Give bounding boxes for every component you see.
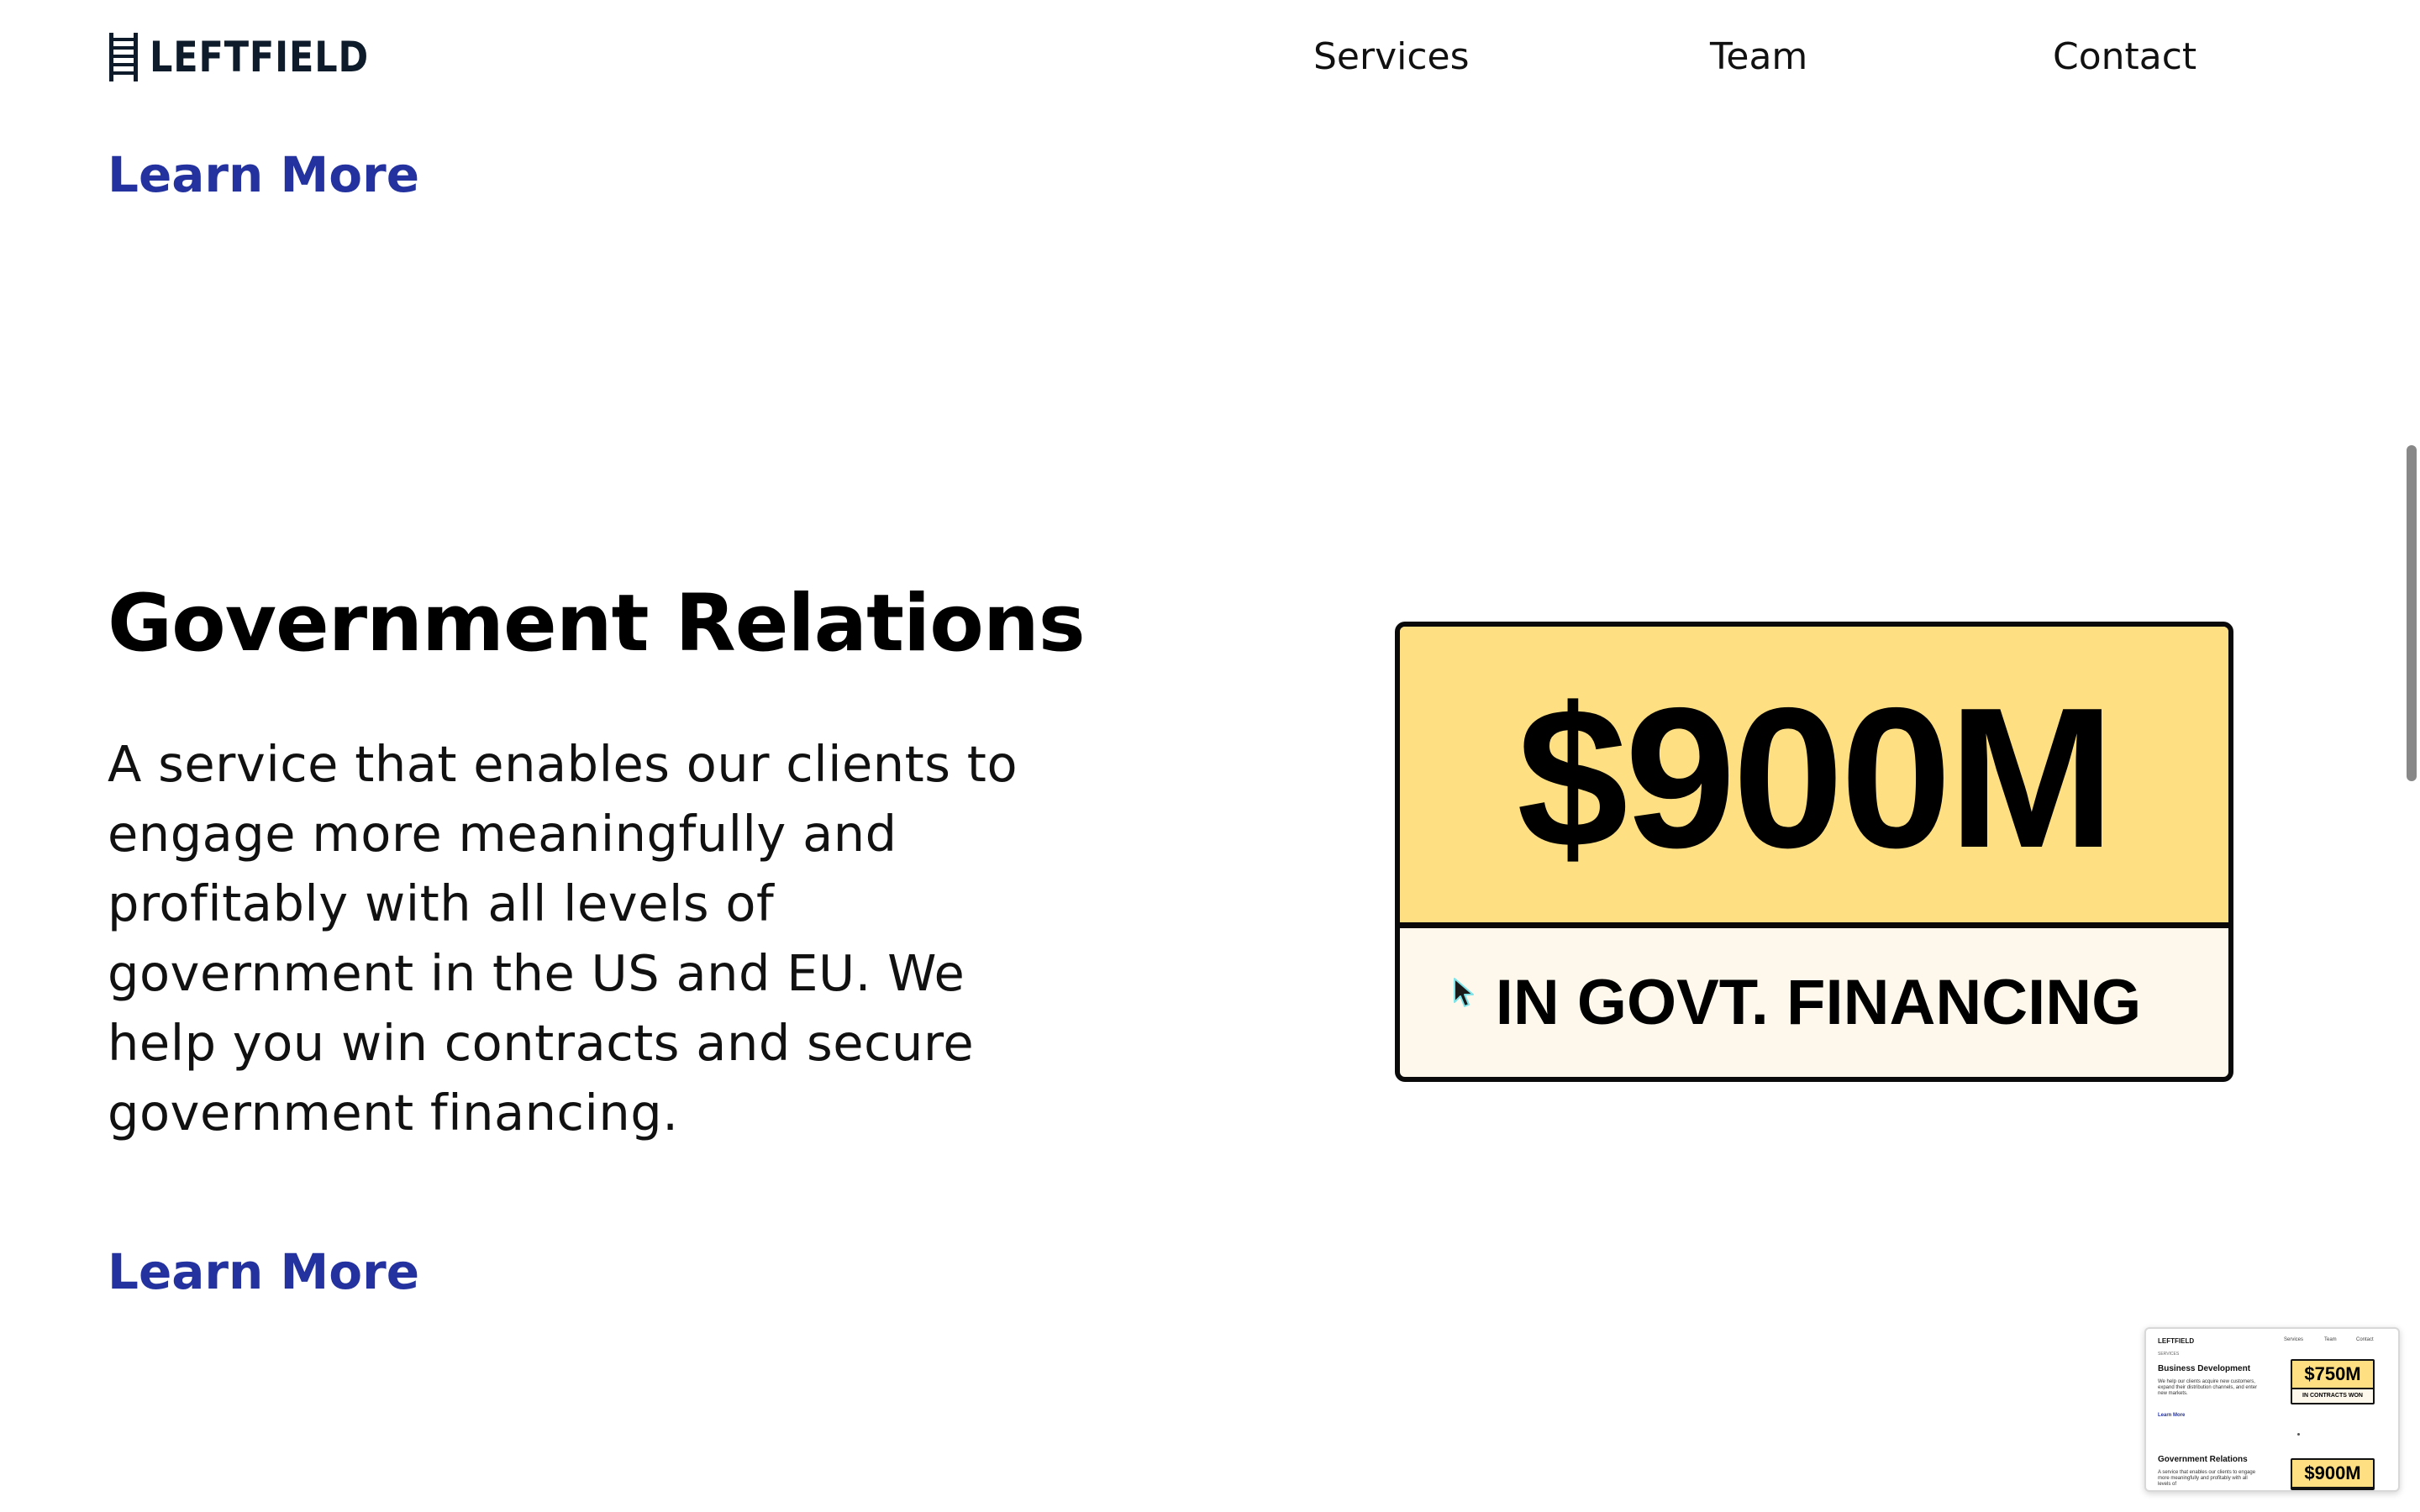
minimap-stat-value: $750M xyxy=(2292,1361,2373,1389)
minimap-section-title: Government Relations xyxy=(2158,1455,2248,1464)
minimap-stat-value: $900M xyxy=(2292,1460,2373,1488)
minimap-nav-team: Team xyxy=(2324,1337,2337,1342)
stat-value: $900M xyxy=(1517,667,2115,890)
minimap-nav-services: Services xyxy=(2284,1337,2304,1342)
mouse-pointer-icon xyxy=(1454,978,1474,1007)
nav-services-link[interactable]: Services xyxy=(1313,34,1470,81)
minimap-stat-card: $750M IN CONTRACTS WON xyxy=(2291,1359,2375,1404)
page-minimap[interactable]: LEFTFIELD Services Team Contact SERVICES… xyxy=(2144,1327,2400,1492)
learn-more-link[interactable]: Learn More xyxy=(108,1242,419,1302)
stat-card-value-panel: $900M xyxy=(1400,627,2228,928)
minimap-eyebrow: SERVICES xyxy=(2158,1352,2180,1357)
minimap-nav-contact: Contact xyxy=(2356,1337,2374,1342)
logo-text: LEFTFIELD xyxy=(150,33,370,81)
minimap-logo: LEFTFIELD xyxy=(2158,1337,2195,1345)
ladder-logo-icon xyxy=(109,33,138,81)
stat-label: IN GOVT. FINANCING xyxy=(1495,966,2142,1038)
logo[interactable]: LEFTFIELD xyxy=(108,32,405,82)
stat-card-label-panel: IN GOVT. FINANCING xyxy=(1400,928,2228,1077)
scrollbar-track[interactable] xyxy=(2403,0,2420,1512)
minimap-learn-more: Learn More xyxy=(2158,1413,2186,1418)
minimap-section-description: We help our clients acquire new customer… xyxy=(2158,1379,2258,1397)
nav-team-link[interactable]: Team xyxy=(1710,34,1807,81)
minimap-section-title: Business Development xyxy=(2158,1364,2251,1373)
minimap-stat-card: $900M xyxy=(2291,1458,2375,1490)
section-description: A service that enables our clients to en… xyxy=(108,735,1018,1142)
minimap-cursor-dot xyxy=(2297,1433,2300,1436)
section-title: Government Relations xyxy=(108,578,1086,669)
scrollbar-thumb[interactable] xyxy=(2407,445,2417,781)
page: LEFTFIELD Services Team Contact Learn Mo… xyxy=(0,0,2420,1512)
learn-more-link-previous[interactable]: Learn More xyxy=(108,144,419,205)
stat-card: $900M IN GOVT. FINANCING xyxy=(1395,622,2233,1082)
minimap-section-description: A service that enables our clients to en… xyxy=(2158,1470,2256,1488)
minimap-stat-label: IN CONTRACTS WON xyxy=(2302,1393,2363,1399)
nav-contact-link[interactable]: Contact xyxy=(2053,34,2196,81)
